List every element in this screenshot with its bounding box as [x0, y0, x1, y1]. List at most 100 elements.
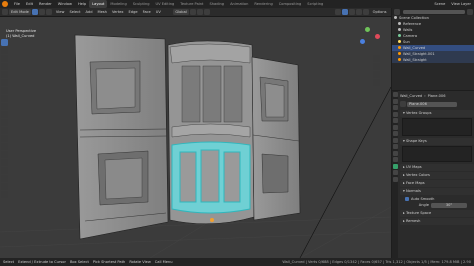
menu-add[interactable]: Add [83, 8, 95, 17]
z-axis-icon[interactable] [360, 39, 365, 44]
pan-icon[interactable] [373, 63, 380, 70]
shrink-fatten-tool-icon[interactable] [1, 175, 8, 182]
y-axis-icon[interactable] [365, 27, 370, 32]
workspace-tab-rendering[interactable]: Rendering [251, 0, 275, 8]
smooth-tool-icon[interactable] [1, 159, 8, 166]
xray-icon[interactable] [342, 9, 349, 15]
menu-edit[interactable]: Edit [23, 0, 36, 8]
snap-icon[interactable] [197, 9, 204, 15]
filter-icon[interactable] [467, 8, 473, 15]
physics-tab-icon[interactable] [392, 150, 398, 156]
workspace-tab-texture-paint[interactable]: Texture Paint [177, 0, 206, 8]
extrude-tool-icon[interactable] [1, 103, 8, 110]
shape-keys-list[interactable] [402, 146, 472, 162]
menu-uv[interactable]: UV [153, 8, 163, 17]
panel-shape-keys[interactable]: ▾ Shape Keys [400, 138, 474, 145]
perspective-toggle-icon[interactable] [373, 79, 380, 86]
move-tool-icon[interactable] [1, 55, 8, 62]
edge-slide-tool-icon[interactable] [1, 167, 8, 174]
menu-edge[interactable]: Edge [126, 8, 140, 17]
render-tab-icon[interactable] [392, 98, 398, 104]
solid-shading-icon[interactable] [349, 9, 356, 15]
menu-render[interactable]: Render [36, 0, 55, 8]
auto-smooth-checkbox[interactable] [405, 197, 409, 201]
menu-mesh[interactable]: Mesh [95, 8, 109, 17]
loop-cut-tool-icon[interactable] [1, 127, 8, 134]
cursor-tool-icon[interactable] [1, 47, 8, 54]
workspace-tab-compositing[interactable]: Compositing [276, 0, 305, 8]
edge-select-icon[interactable] [39, 9, 46, 15]
overlay-icon[interactable] [335, 9, 342, 15]
view-layer-selector[interactable]: View Layer [448, 0, 474, 8]
vertex-groups-list[interactable] [402, 118, 472, 136]
wall-straight-left[interactable] [74, 34, 169, 240]
poly-build-tool-icon[interactable] [1, 143, 8, 150]
shear-tool-icon[interactable] [1, 183, 8, 190]
outliner-search-input[interactable] [403, 9, 465, 14]
scene-tab-icon[interactable] [392, 118, 398, 123]
outliner-type-icon[interactable] [394, 8, 400, 15]
panel-face-maps[interactable]: ▸ Face Maps [400, 180, 474, 187]
workspace-tab-animation[interactable]: Animation [227, 0, 251, 8]
panel-normals[interactable]: ▾ Normals [400, 188, 474, 195]
tool-tab-icon[interactable] [392, 92, 398, 97]
material-tab-icon[interactable] [392, 170, 398, 175]
camera-view-icon[interactable] [373, 71, 380, 78]
scene-selector[interactable]: Scene [431, 0, 448, 8]
pivot-icon[interactable] [190, 9, 197, 15]
render-shading-icon[interactable] [363, 9, 370, 15]
menu-select[interactable]: Select [67, 8, 83, 17]
particles-tab-icon[interactable] [392, 144, 398, 149]
texture-tab-icon[interactable] [392, 176, 398, 182]
transform-tool-icon[interactable] [1, 79, 8, 86]
panel-uv-maps[interactable]: ▸ UV Maps [400, 164, 474, 171]
panel-remesh[interactable]: ▸ Remesh [400, 218, 474, 225]
measure-tool-icon[interactable] [1, 95, 8, 102]
modifier-tab-icon[interactable] [392, 137, 398, 143]
editor-type-icon[interactable] [2, 9, 8, 15]
selected-window-faces[interactable] [171, 141, 251, 214]
3d-viewport[interactable]: User Perspective (1) Wall_Curved [0, 17, 391, 258]
x-axis-icon[interactable] [375, 34, 380, 39]
menu-file[interactable]: File [11, 0, 23, 8]
object-tab-icon[interactable] [392, 131, 398, 136]
output-tab-icon[interactable] [392, 105, 398, 110]
select-box-tool-icon[interactable] [1, 39, 8, 46]
vertex-select-icon[interactable] [32, 9, 39, 15]
mesh-data-field[interactable]: Plane.006 [407, 101, 457, 107]
constraints-tab-icon[interactable] [392, 157, 398, 162]
wall-curved-bay[interactable] [167, 40, 255, 225]
workspace-tab-scripting[interactable]: Scripting [304, 0, 326, 8]
spin-tool-icon[interactable] [1, 151, 8, 158]
menu-vertex[interactable]: Vertex [109, 8, 126, 17]
rip-tool-icon[interactable] [1, 191, 8, 198]
inset-tool-icon[interactable] [1, 111, 8, 118]
scale-tool-icon[interactable] [1, 71, 8, 78]
panel-texture-space[interactable]: ▸ Texture Space [400, 210, 474, 217]
annotate-tool-icon[interactable] [1, 87, 8, 94]
workspace-tab-shading[interactable]: Shading [206, 0, 227, 8]
bevel-tool-icon[interactable] [1, 119, 8, 126]
mode-selector[interactable]: Edit Mode [9, 9, 31, 15]
view-layer-tab-icon[interactable] [392, 111, 398, 117]
navigation-gizmo[interactable] [357, 25, 383, 51]
rotate-tool-icon[interactable] [1, 63, 8, 70]
world-tab-icon[interactable] [392, 124, 398, 130]
angle-value-field[interactable]: 30° [431, 202, 467, 208]
material-shading-icon[interactable] [356, 9, 363, 15]
options-dropdown[interactable]: Options [370, 8, 389, 17]
blender-logo-icon[interactable] [2, 1, 8, 7]
proportional-edit-icon[interactable] [204, 9, 211, 15]
face-select-icon[interactable] [46, 9, 53, 15]
panel-vertex-colors[interactable]: ▸ Vertex Colors [400, 172, 474, 179]
panel-vertex-groups[interactable]: ▾ Vertex Groups [400, 110, 474, 117]
transform-orientation-dropdown[interactable]: Global [173, 9, 189, 15]
mesh-data-tab-icon[interactable] [392, 163, 398, 169]
outliner-item-wall-straight[interactable]: Wall_Straight [392, 57, 474, 63]
menu-view[interactable]: View [53, 8, 67, 17]
viewport-scene[interactable] [0, 17, 391, 258]
knife-tool-icon[interactable] [1, 135, 8, 142]
wall-straight-right[interactable] [251, 56, 301, 221]
menu-face[interactable]: Face [140, 8, 153, 17]
zoom-icon[interactable] [373, 55, 380, 62]
